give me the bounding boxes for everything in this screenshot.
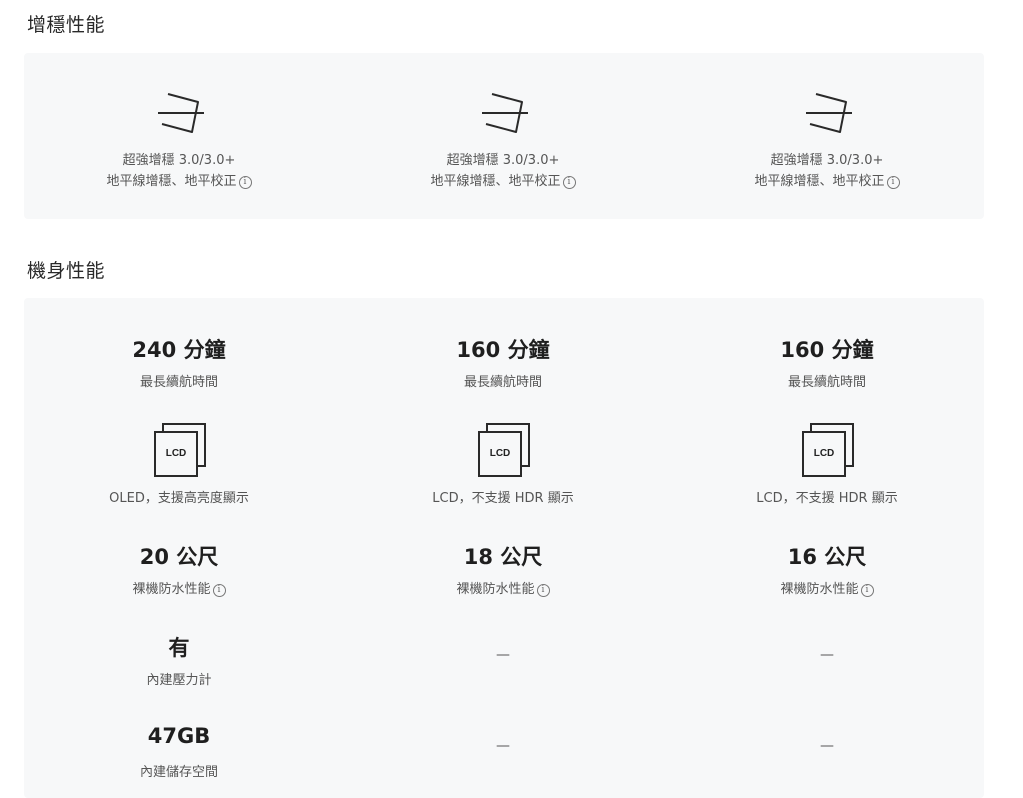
info-icon[interactable]: i <box>536 584 550 597</box>
battery-label: 最長續航時間 <box>139 375 218 390</box>
battery-value: 240 分鐘 <box>132 338 226 362</box>
waterproof-label-text: 裸機防水性能 <box>456 582 535 597</box>
stabilization-icon <box>482 93 528 133</box>
info-icon[interactable]: i <box>562 176 576 189</box>
screen-icon-front: LCD <box>802 431 846 477</box>
waterproof-value: 16 公尺 <box>787 545 867 569</box>
screen-label: LCD，不支援 HDR 顯示 <box>756 491 898 506</box>
screen-label: OLED，支援高亮度顯示 <box>109 491 249 506</box>
storage-value: 47GB <box>147 724 211 748</box>
waterproof-label: 裸機防水性能 i <box>29 578 329 597</box>
screen-icon: LCD <box>150 421 210 481</box>
waterproof-label-text: 裸機防水性能 <box>132 582 211 597</box>
stabilization-detail: 地平線增穩、地平校正 i <box>677 170 977 189</box>
stabilization-detail-text: 地平線增穩、地平校正 <box>106 174 237 189</box>
stabilization-feature: 超強增穩 3.0/3.0+ <box>770 153 884 168</box>
waterproof-value: 18 公尺 <box>463 545 543 569</box>
battery-label: 最長續航時間 <box>787 375 866 390</box>
screen-label: LCD，不支援 HDR 顯示 <box>432 491 574 506</box>
battery-value: 160 分鐘 <box>780 338 874 362</box>
section-title-stabilization: 增穩性能 <box>27 14 106 36</box>
info-icon[interactable]: i <box>886 176 900 189</box>
screen-icon-front: LCD <box>478 431 522 477</box>
pressure-value: 有 <box>168 636 190 660</box>
pressure-label: 內建壓力計 <box>146 673 212 688</box>
pressure-unavailable: — <box>496 647 510 663</box>
stabilization-detail: 地平線增穩、地平校正 i <box>353 170 653 189</box>
storage-unavailable: — <box>820 738 834 754</box>
info-icon[interactable]: i <box>212 584 226 597</box>
body-performance-panel: 240 分鐘 最長續航時間 LCD OLED，支援高亮度顯示 20 公尺 裸機防… <box>24 298 984 798</box>
storage-label: 內建儲存空間 <box>139 765 218 780</box>
waterproof-label: 裸機防水性能 i <box>353 578 653 597</box>
section-title-body: 機身性能 <box>27 260 106 282</box>
screen-icon-front: LCD <box>154 431 198 477</box>
stabilization-feature: 超強增穩 3.0/3.0+ <box>446 153 560 168</box>
info-icon[interactable]: i <box>860 584 874 597</box>
stabilization-icon <box>806 93 852 133</box>
info-icon[interactable]: i <box>238 176 252 189</box>
waterproof-label-text: 裸機防水性能 <box>780 582 859 597</box>
stabilization-icon <box>158 93 204 133</box>
battery-value: 160 分鐘 <box>456 338 550 362</box>
waterproof-value: 20 公尺 <box>139 545 219 569</box>
stabilization-detail-text: 地平線增穩、地平校正 <box>430 174 561 189</box>
stabilization-feature: 超強增穩 3.0/3.0+ <box>122 153 236 168</box>
screen-icon: LCD <box>798 421 858 481</box>
screen-icon: LCD <box>474 421 534 481</box>
stabilization-detail-text: 地平線增穩、地平校正 <box>754 174 885 189</box>
battery-label: 最長續航時間 <box>463 375 542 390</box>
stabilization-detail: 地平線增穩、地平校正 i <box>29 170 329 189</box>
pressure-unavailable: — <box>820 647 834 663</box>
storage-unavailable: — <box>496 738 510 754</box>
waterproof-label: 裸機防水性能 i <box>677 578 977 597</box>
stabilization-panel: 超強增穩 3.0/3.0+ 地平線增穩、地平校正 i 超強增穩 3.0/3.0+ … <box>24 53 984 219</box>
